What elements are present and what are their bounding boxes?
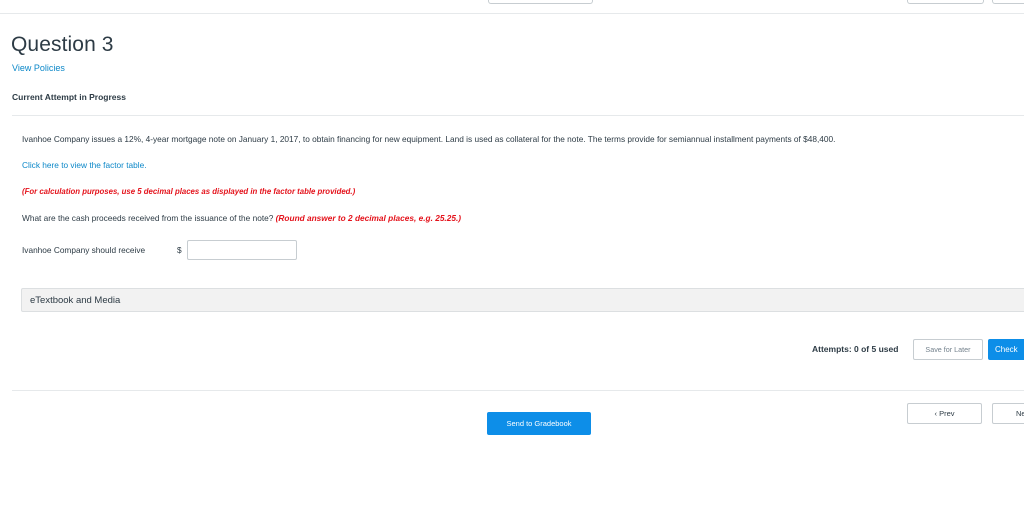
currency-symbol: $ — [177, 245, 182, 255]
answer-input[interactable] — [187, 240, 297, 260]
save-for-later-button[interactable]: Save for Later — [913, 339, 983, 360]
attempts-counter: Attempts: 0 of 5 used — [812, 344, 899, 354]
etextbook-media-label: eTextbook and Media — [30, 295, 121, 306]
chevron-left-icon: ‹ — [934, 409, 937, 418]
question-prompt: What are the cash proceeds received from… — [22, 213, 461, 223]
question-prompt-text: What are the cash proceeds received from… — [22, 213, 276, 223]
send-to-gradebook-button[interactable]: Send to Gradebook — [487, 412, 591, 435]
calculation-note: (For calculation purposes, use 5 decimal… — [22, 187, 356, 196]
header-divider — [0, 13, 1024, 14]
top-prev-button[interactable] — [907, 0, 984, 4]
factor-table-link[interactable]: Click here to view the factor table. — [22, 160, 147, 170]
view-policies-link[interactable]: View Policies — [12, 63, 65, 73]
prev-button[interactable]: ‹ Prev — [907, 403, 982, 424]
top-next-button[interactable] — [992, 0, 1024, 4]
problem-statement: Ivanhoe Company issues a 12%, 4-year mor… — [22, 134, 836, 144]
footer-divider — [12, 390, 1024, 391]
next-button[interactable]: Next — [992, 403, 1024, 424]
prev-button-label: Prev — [939, 409, 955, 418]
top-toolbar-button[interactable] — [488, 0, 593, 4]
etextbook-media-panel[interactable]: eTextbook and Media — [21, 288, 1024, 312]
question-title: Question 3 — [11, 33, 114, 56]
check-answer-button[interactable]: Check Answer — [988, 339, 1024, 375]
attempt-status: Current Attempt in Progress — [12, 92, 126, 102]
rounding-note: (Round answer to 2 decimal places, e.g. … — [275, 213, 462, 223]
question-divider — [12, 115, 1024, 116]
answer-label: Ivanhoe Company should receive — [22, 245, 146, 255]
